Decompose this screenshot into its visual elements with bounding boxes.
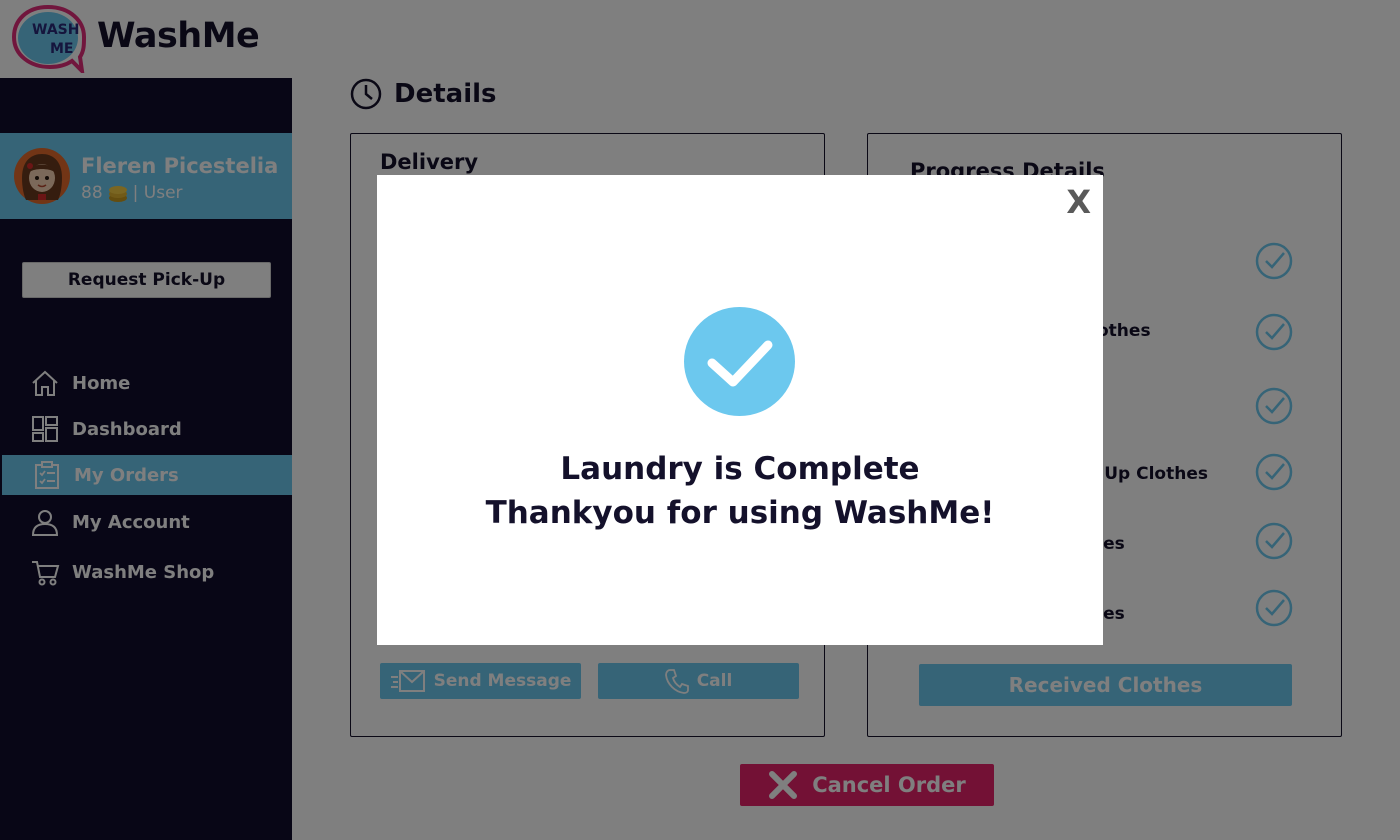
completion-dialog: X Laundry is Complete Thankyou for using…: [377, 175, 1103, 645]
close-button[interactable]: X: [1066, 183, 1091, 221]
dialog-message-title: Laundry is Complete: [560, 451, 920, 487]
success-check-icon: [684, 307, 795, 416]
dialog-message-subtitle: Thankyou for using WashMe!: [485, 495, 995, 531]
